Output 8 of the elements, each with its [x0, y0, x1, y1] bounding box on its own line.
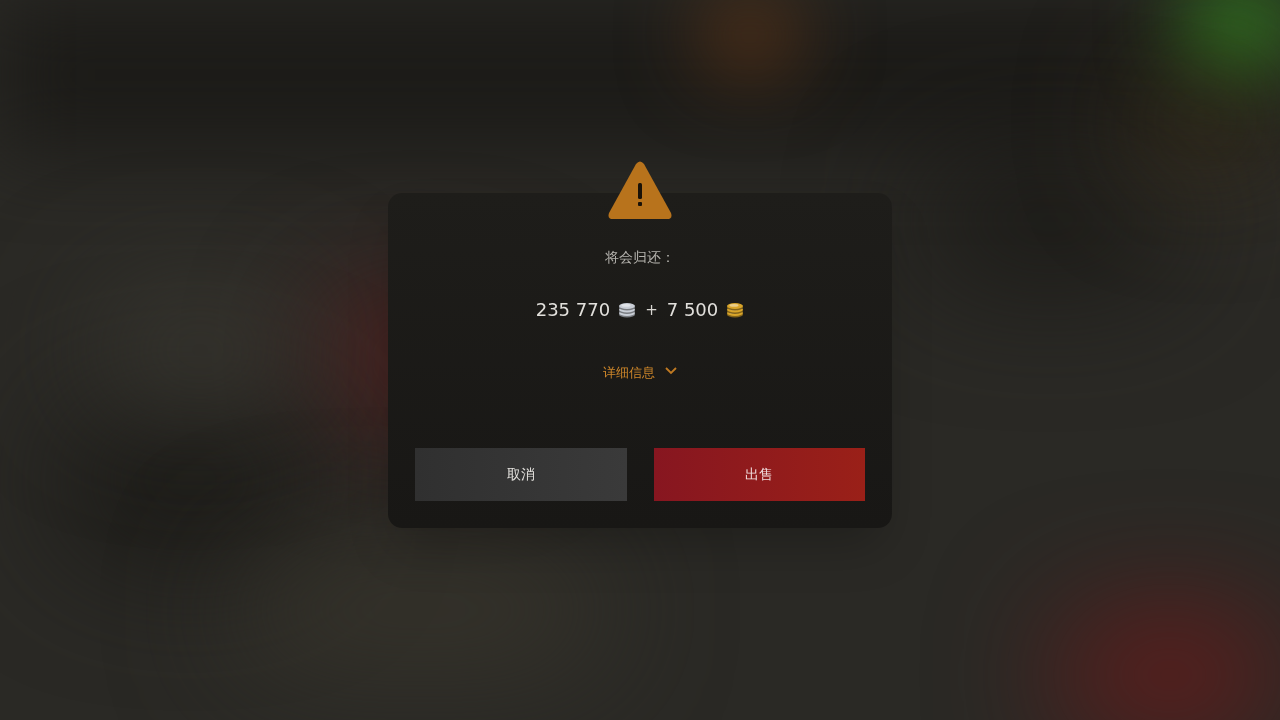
- amount-value: 7 500: [666, 297, 719, 322]
- warning-icon: [607, 160, 673, 220]
- sell-button[interactable]: 出售: [653, 447, 865, 501]
- plus-sign: +: [645, 299, 658, 321]
- details-link[interactable]: 详细信息: [603, 363, 677, 382]
- cancel-button[interactable]: 取消: [415, 447, 627, 501]
- message-text: 将会归还：: [605, 247, 675, 267]
- amount-value: 235 770: [535, 297, 611, 322]
